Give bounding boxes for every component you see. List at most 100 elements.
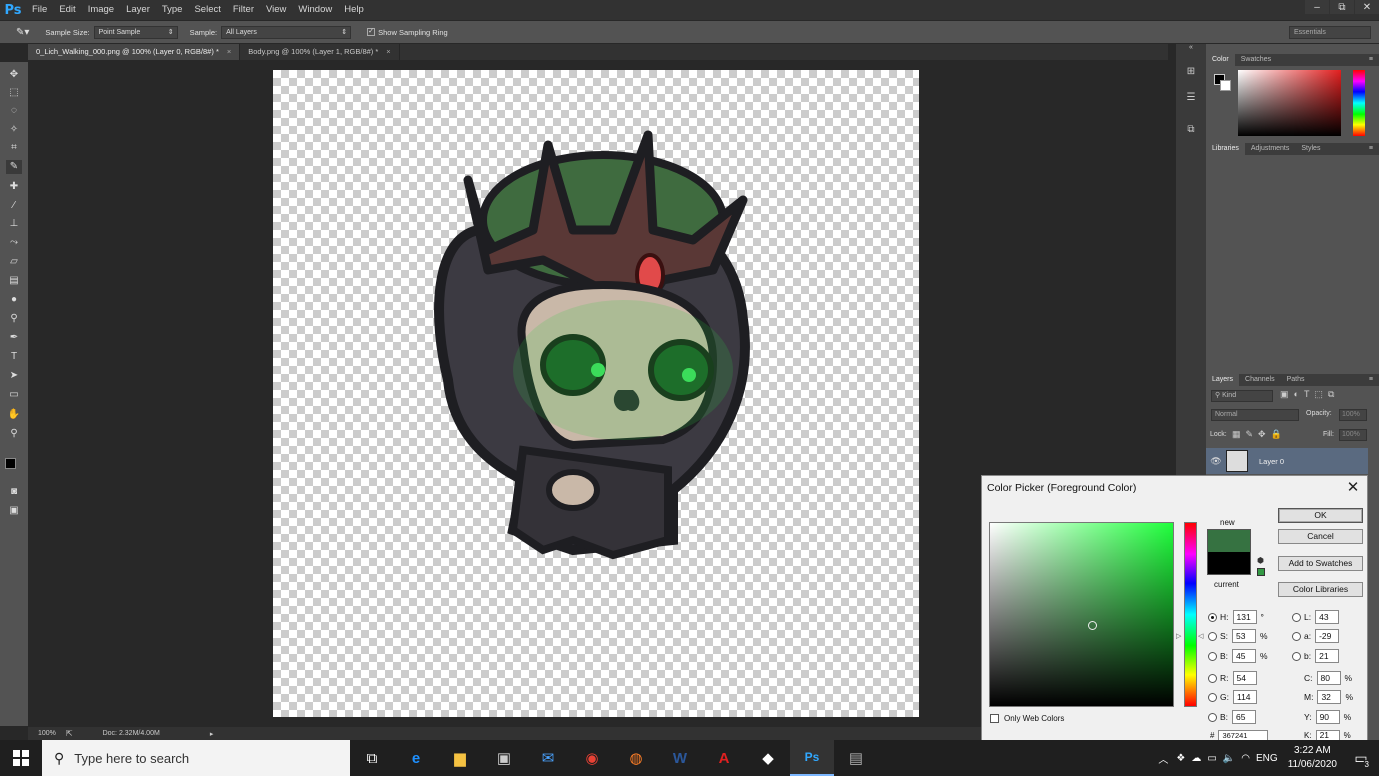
history-panel-icon[interactable]: ⊞ <box>1184 66 1198 80</box>
tab-paths[interactable]: Paths <box>1281 374 1311 386</box>
layer-row[interactable]: 👁 Layer 0 <box>1206 448 1368 474</box>
h-radio[interactable] <box>1208 612 1217 622</box>
s-radio[interactable] <box>1208 631 1217 641</box>
web-safe-icon[interactable] <box>1257 568 1265 576</box>
r-radio[interactable] <box>1208 673 1217 683</box>
tab-styles[interactable]: Styles <box>1295 143 1326 155</box>
menu-select[interactable]: Select <box>188 0 226 20</box>
eyedropper-tool-icon[interactable]: ✎ <box>6 160 22 174</box>
fill-input[interactable]: 100% <box>1339 429 1367 441</box>
current-color-swatch[interactable] <box>1207 552 1251 575</box>
restore-button[interactable]: ⧉ <box>1330 0 1354 14</box>
g-radio[interactable] <box>1208 692 1217 702</box>
task-view-icon[interactable]: ⧉ <box>350 740 394 776</box>
b-input[interactable]: 45 <box>1232 649 1257 663</box>
path-select-tool-icon[interactable]: ➤ <box>6 369 22 383</box>
dropbox-icon[interactable]: ❖ <box>1176 753 1185 764</box>
zoom-level[interactable]: 100% <box>38 730 56 737</box>
hue-slider[interactable] <box>1353 70 1365 136</box>
eraser-tool-icon[interactable]: ▱ <box>6 255 22 269</box>
h-input[interactable]: 131 <box>1232 610 1257 624</box>
onedrive-icon[interactable]: ☁ <box>1191 753 1201 764</box>
sampling-ring-option[interactable]: ✓ Show Sampling Ring <box>367 28 448 37</box>
healing-brush-tool-icon[interactable]: ✚ <box>6 180 22 194</box>
panel-menu-icon[interactable]: ≡ <box>1363 143 1379 155</box>
ok-button[interactable]: OK <box>1278 508 1363 523</box>
menu-help[interactable]: Help <box>338 0 370 20</box>
only-web-colors-checkbox[interactable] <box>990 714 999 723</box>
clone-stamp-tool-icon[interactable]: ⊥ <box>6 217 22 231</box>
a-input[interactable]: -29 <box>1315 629 1340 643</box>
zoom-tool-icon[interactable]: ⚲ <box>6 427 22 441</box>
network-icon[interactable]: ▭ <box>1207 753 1216 764</box>
quick-mask-icon[interactable]: ◙ <box>6 485 22 499</box>
clone-source-panel-icon[interactable]: ⧉ <box>1184 124 1198 138</box>
color-libraries-button[interactable]: Color Libraries <box>1278 582 1363 597</box>
layer-filter-select[interactable]: ⚲ Kind <box>1211 390 1273 402</box>
tab-color[interactable]: Color <box>1206 54 1235 66</box>
add-to-swatches-button[interactable]: Add to Swatches <box>1278 556 1363 571</box>
status-arrow-icon[interactable]: ▸ <box>210 730 214 738</box>
blend-mode-select[interactable]: Normal <box>1211 409 1299 421</box>
menu-file[interactable]: File <box>26 0 53 20</box>
menu-type[interactable]: Type <box>156 0 189 20</box>
opacity-input[interactable]: 100% <box>1339 409 1367 421</box>
panel-menu-icon[interactable]: ≡ <box>1363 374 1379 386</box>
hand-tool-icon[interactable]: ✋ <box>6 408 22 422</box>
notification-center-icon[interactable]: ▭ 3 <box>1349 746 1373 770</box>
cancel-button[interactable]: Cancel <box>1278 529 1363 544</box>
move-tool-icon[interactable]: ✥ <box>6 68 22 82</box>
color-spectrum-field[interactable] <box>1238 70 1341 136</box>
tab-lich-walking[interactable]: 0_Lich_Walking_000.png @ 100% (Layer 0, … <box>28 44 241 60</box>
history-brush-tool-icon[interactable]: ⤳ <box>6 236 22 250</box>
b-radio[interactable] <box>1208 651 1217 661</box>
gradient-tool-icon[interactable]: ▤ <box>6 274 22 288</box>
chrome-icon[interactable]: ◉ <box>570 740 614 776</box>
firefox-icon[interactable]: ◍ <box>614 740 658 776</box>
g-input[interactable]: 114 <box>1232 690 1257 704</box>
photoshop-taskbar-icon[interactable]: Ps <box>790 740 834 776</box>
a-radio[interactable] <box>1292 631 1301 641</box>
close-button[interactable]: ✕ <box>1355 0 1379 14</box>
hue-slider[interactable] <box>1184 522 1197 707</box>
y-input[interactable]: 90 <box>1315 710 1340 724</box>
blue-input[interactable]: 65 <box>1232 710 1257 724</box>
lab-b-input[interactable]: 21 <box>1315 649 1340 663</box>
tab-libraries[interactable]: Libraries <box>1206 143 1245 155</box>
lasso-tool-icon[interactable]: ◌ <box>6 104 22 118</box>
c-input[interactable]: 80 <box>1316 671 1341 685</box>
tab-body[interactable]: Body.png @ 100% (Layer 1, RGB/8#) * × <box>240 44 400 60</box>
collapse-arrows-icon[interactable]: « <box>1184 44 1198 58</box>
type-tool-icon[interactable]: T <box>6 350 22 364</box>
volume-icon[interactable]: 🔈 <box>1223 753 1235 764</box>
screen-mode-icon[interactable]: ▣ <box>6 504 22 518</box>
r-input[interactable]: 54 <box>1232 671 1257 685</box>
color-field[interactable] <box>989 522 1174 707</box>
language-indicator[interactable]: ENG <box>1256 753 1278 764</box>
rectangle-tool-icon[interactable]: ▭ <box>6 388 22 402</box>
layer-filter-icons[interactable]: ▣◐T⬚⧉ <box>1280 389 1339 400</box>
tray-chevron-icon[interactable]: ︿ <box>1158 751 1168 766</box>
file-explorer-icon[interactable]: ▆ <box>438 740 482 776</box>
dodge-tool-icon[interactable]: ⚲ <box>6 312 22 326</box>
wifi-icon[interactable]: ◠ <box>1241 753 1250 764</box>
tab-swatches[interactable]: Swatches <box>1235 54 1277 66</box>
workspace-select[interactable]: Essentials <box>1289 26 1371 39</box>
l-radio[interactable] <box>1292 612 1301 622</box>
menu-image[interactable]: Image <box>82 0 120 20</box>
close-icon[interactable]: ✕ <box>1345 478 1361 496</box>
tab-adjustments[interactable]: Adjustments <box>1245 143 1296 155</box>
document-canvas[interactable] <box>273 70 919 717</box>
tab-layers[interactable]: Layers <box>1206 374 1240 386</box>
sample-select[interactable]: All Layers <box>221 25 352 39</box>
lab-b-radio[interactable] <box>1292 651 1301 661</box>
tab-channels[interactable]: Channels <box>1239 374 1281 386</box>
acrobat-icon[interactable]: A <box>702 740 746 776</box>
minimize-button[interactable]: – <box>1305 0 1329 14</box>
s-input[interactable]: 53 <box>1232 629 1257 643</box>
lock-icons[interactable]: ▦✎✥🔒 <box>1232 429 1287 440</box>
panel-menu-icon[interactable]: ≡ <box>1363 54 1379 66</box>
m-input[interactable]: 32 <box>1317 690 1342 704</box>
crop-tool-icon[interactable]: ⌗ <box>6 141 22 155</box>
close-tab-icon[interactable]: × <box>227 47 231 56</box>
